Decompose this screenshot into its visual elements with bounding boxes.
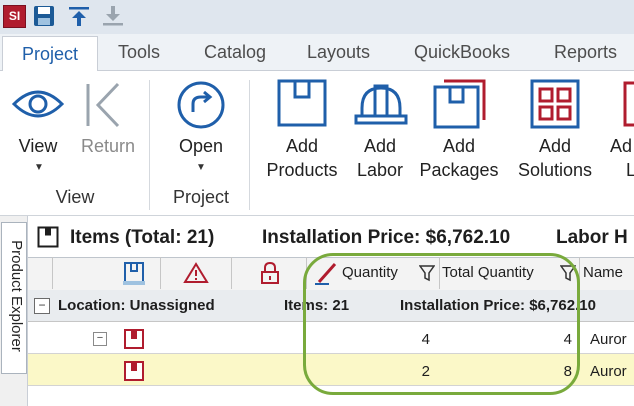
column-separator: [52, 257, 53, 289]
installation-price-total: Installation Price: $6,762.10: [262, 227, 511, 248]
ribbon-separator: [249, 80, 250, 210]
add-packages-label-2: Packages: [419, 160, 499, 180]
open-button[interactable]: Open ▼: [170, 80, 232, 184]
add-solutions-button[interactable]: Add Solutions: [510, 78, 600, 188]
package-icon: [433, 79, 486, 129]
tab-reports[interactable]: Reports: [554, 42, 617, 63]
hard-hat-icon: [354, 84, 408, 125]
items-icon: [37, 226, 59, 248]
add-labor-label-1: Add: [363, 136, 397, 156]
box-icon: [623, 81, 634, 127]
upload-icon[interactable]: [67, 4, 91, 28]
app-logo: SI: [3, 5, 26, 28]
product-explorer-label: Product Explorer: [8, 240, 25, 352]
product-box-icon: [277, 79, 327, 127]
add-packages-button[interactable]: Add Packages: [416, 78, 502, 188]
add-products-label-1: Add: [285, 136, 319, 156]
product-row-icon: [124, 329, 144, 349]
eye-icon: [12, 90, 64, 118]
view-button[interactable]: View ▼: [10, 80, 66, 184]
download-icon: [103, 6, 123, 26]
column-separator: [160, 257, 161, 289]
items-total-title: Items (Total: 21): [70, 227, 215, 248]
add-solutions-label-2: Solutions: [517, 160, 593, 180]
labor-hours-total: Labor H: [556, 227, 628, 248]
highlight-annotation: [303, 253, 580, 395]
tab-project[interactable]: Project: [2, 36, 98, 72]
tab-tools[interactable]: Tools: [118, 42, 160, 63]
add-packages-label-1: Add: [442, 136, 476, 156]
column-header-name[interactable]: Name: [583, 264, 623, 281]
add-labor-label-2: Labor: [356, 160, 404, 180]
group-label-view: View: [55, 187, 95, 207]
title-bar: [0, 0, 634, 34]
add-more-label-1: Ad: [610, 136, 633, 156]
group-label-project: Project: [172, 187, 230, 207]
row-name: Auror: [590, 363, 627, 380]
product-column-icon[interactable]: [123, 261, 145, 285]
row-name: Auror: [590, 331, 627, 348]
tab-layouts[interactable]: Layouts: [307, 42, 370, 63]
redo-icon: [177, 81, 225, 129]
solutions-grid-icon: [530, 79, 580, 129]
column-separator: [231, 257, 232, 289]
add-solutions-label-1: Add: [538, 136, 572, 156]
add-products-label-2: Products: [266, 160, 338, 180]
save-icon[interactable]: [32, 4, 56, 28]
open-label: Open: [178, 136, 224, 156]
tab-catalog[interactable]: Catalog: [204, 42, 266, 63]
dropdown-arrow-icon: ▼: [196, 162, 206, 173]
add-more-button[interactable]: Ad L: [604, 78, 634, 188]
collapse-group-icon[interactable]: −: [34, 298, 50, 314]
group-location: Location: Unassigned: [58, 297, 215, 314]
add-more-label-2: L: [626, 160, 634, 180]
lock-column-icon[interactable]: [259, 261, 281, 285]
add-labor-button[interactable]: Add Labor: [348, 78, 412, 188]
row-expander-icon[interactable]: −: [93, 332, 107, 346]
ribbon-separator: [149, 80, 150, 210]
dropdown-arrow-icon: ▼: [34, 162, 44, 173]
tab-quickbooks[interactable]: QuickBooks: [414, 42, 510, 63]
return-icon: [86, 82, 120, 128]
warning-column-icon[interactable]: [183, 262, 209, 284]
return-button[interactable]: Return: [76, 80, 140, 184]
return-label: Return: [80, 136, 136, 156]
add-products-button[interactable]: Add Products: [262, 78, 342, 188]
product-row-icon: [124, 361, 144, 381]
view-label: View: [18, 136, 58, 156]
